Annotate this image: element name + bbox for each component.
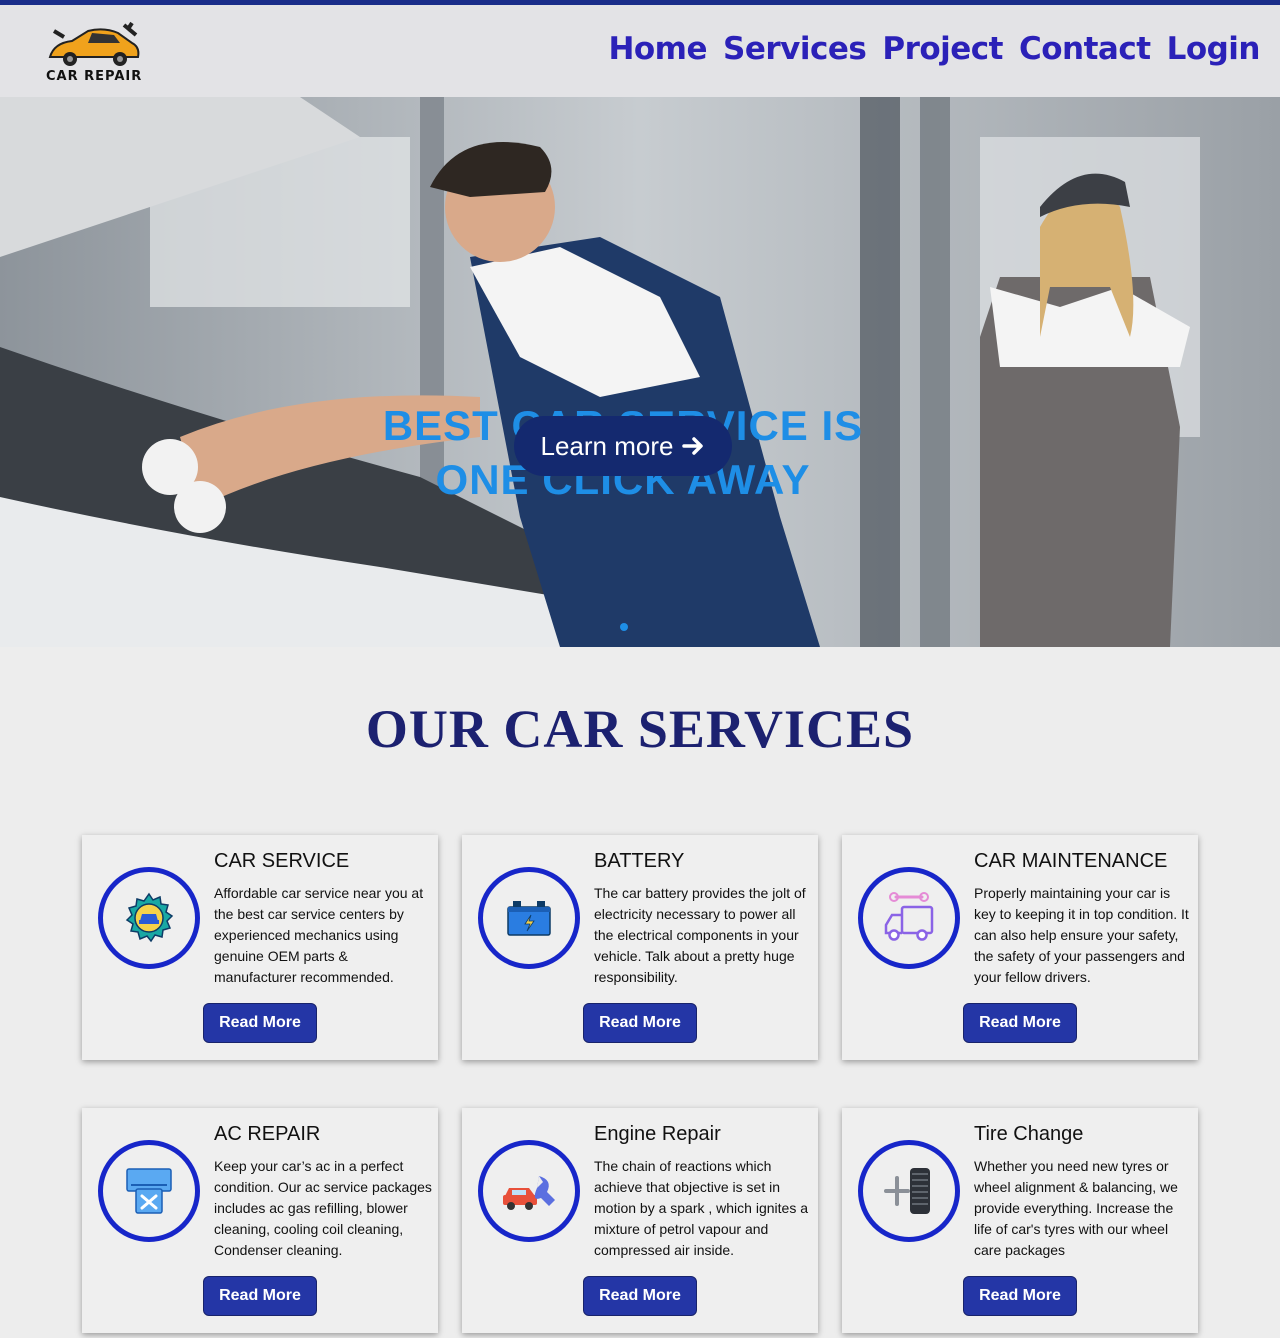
ac-unit-icon [126,1168,172,1214]
site-header: CAR REPAIR Home Services Project Contact… [0,5,1280,97]
nav-home[interactable]: Home [608,31,707,67]
logo[interactable]: CAR REPAIR [44,21,144,85]
service-icon-circle [478,1140,580,1242]
service-icon-circle [478,867,580,969]
service-card-text: Affordable car service near you at the b… [214,885,424,985]
services-heading: OUR CAR SERVICES [365,699,915,759]
car-wrench-icon [503,1176,555,1210]
service-card-engine-repair: Engine Repair The chain of reactions whi… [462,1108,818,1333]
nav-contact[interactable]: Contact [1019,31,1151,67]
read-more-button[interactable]: Read More [963,1003,1077,1043]
service-icon-circle [858,867,960,969]
learn-more-button[interactable]: Learn more [514,416,732,476]
car-logo-icon [48,21,140,66]
service-card-text: Keep your car’s ac in a perfect conditio… [214,1158,432,1258]
arrow-right-icon [682,437,704,455]
battery-icon [507,901,551,936]
read-more-button[interactable]: Read More [963,1276,1077,1316]
service-icon-circle [858,1140,960,1242]
service-card-title: Engine Repair [594,1123,721,1145]
service-card-title: Tire Change [974,1123,1084,1145]
service-card-title: BATTERY [594,850,685,872]
read-more-button[interactable]: Read More [583,1276,697,1316]
service-icon-circle [98,1140,200,1242]
carousel-indicator[interactable] [620,623,628,631]
nav-login[interactable]: Login [1167,31,1261,67]
service-card-text: The car battery provides the jolt of ele… [594,885,806,985]
service-card-title: CAR MAINTENANCE [974,850,1168,872]
service-card-text: Properly maintaining your car is key to … [974,885,1189,985]
service-card-battery: BATTERY The car battery provides the jol… [462,835,818,1060]
gear-car-icon [125,892,174,943]
service-card-car-maintenance: CAR MAINTENANCE Properly maintaining you… [842,835,1198,1060]
read-more-button[interactable]: Read More [203,1003,317,1043]
read-more-button[interactable]: Read More [203,1276,317,1316]
service-card-text: Whether you need new tyres or wheel alig… [974,1158,1178,1258]
service-card-title: AC REPAIR [214,1123,321,1145]
hero-banner: BEST CAR SERVICE IS ONE CLICK AWAY Learn… [0,97,1280,647]
nav-services[interactable]: Services [723,31,867,67]
main-nav: Home Services Project Contact Login [608,31,1260,67]
service-card-car-service: CAR SERVICE Affordable car service near … [82,835,438,1060]
service-card-title: CAR SERVICE [214,850,350,872]
learn-more-label: Learn more [540,430,674,461]
truck-wrench-icon [884,892,934,941]
service-icon-circle [98,867,200,969]
logo-text: CAR REPAIR [46,69,143,84]
service-card-text: The chain of reactions which achieve tha… [594,1158,808,1258]
service-card-tire-change: Tire Change Whether you need new tyres o… [842,1108,1198,1333]
read-more-button[interactable]: Read More [583,1003,697,1043]
tire-icon [884,1168,930,1214]
hero-background-image [0,97,1280,647]
nav-project[interactable]: Project [882,31,1003,67]
service-card-ac-repair: AC REPAIR Keep your car’s ac in a perfec… [82,1108,438,1333]
